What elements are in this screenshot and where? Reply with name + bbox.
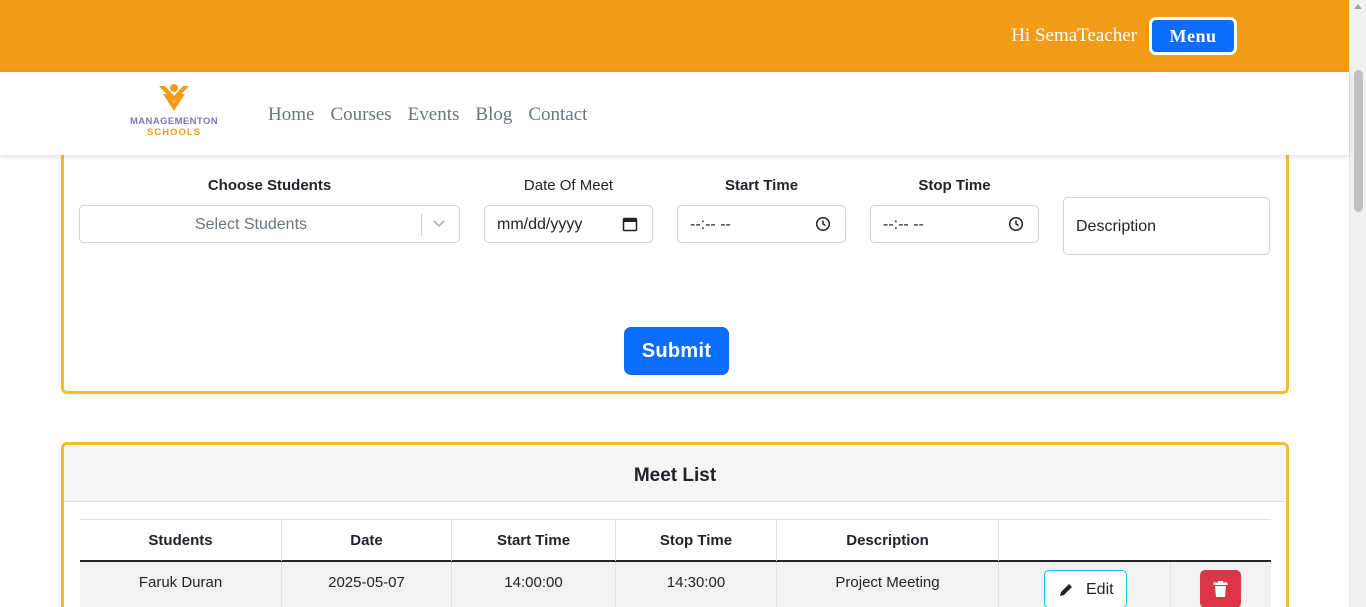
cell-date: 2025-05-07 bbox=[281, 562, 451, 607]
start-time-label: Start Time bbox=[724, 177, 799, 194]
pencil-icon bbox=[1060, 584, 1072, 596]
meet-list-title: Meet List bbox=[633, 465, 717, 486]
cell-start-time: 14:00:00 bbox=[451, 562, 615, 607]
logo-text-line2: SCHOOLS bbox=[147, 127, 201, 138]
column-header-description: Description bbox=[776, 520, 998, 561]
submit-button[interactable]: Submit bbox=[624, 327, 729, 375]
edit-button-label: Edit bbox=[1086, 581, 1114, 598]
trash-icon bbox=[1213, 581, 1228, 597]
cell-stop-time: 14:30:00 bbox=[615, 562, 776, 607]
navbar: MANAGEMENTON SCHOOLS Home Courses Events… bbox=[0, 72, 1349, 155]
scroll-up-icon[interactable] bbox=[1354, 4, 1362, 9]
logo-text-line1: MANAGEMENTON bbox=[129, 116, 218, 127]
stop-time-label: Stop Time bbox=[918, 177, 991, 194]
user-greeting: Hi SemaTeacher bbox=[1011, 25, 1137, 46]
nav-links: Home Courses Events Blog Contact bbox=[268, 104, 587, 126]
nav-events[interactable]: Events bbox=[408, 104, 460, 126]
students-label: Choose Students bbox=[207, 177, 332, 194]
nav-blog[interactable]: Blog bbox=[475, 104, 512, 126]
table-header: Students Date Start Time Stop Time Descr… bbox=[80, 519, 1271, 562]
column-header-date: Date bbox=[281, 520, 451, 561]
start-time-input[interactable]: --:-- -- bbox=[677, 205, 846, 243]
start-time-placeholder: --:-- -- bbox=[690, 216, 731, 233]
edit-button[interactable]: Edit bbox=[1044, 570, 1127, 607]
students-placeholder: Select Students bbox=[194, 216, 308, 233]
select-separator bbox=[421, 214, 422, 236]
date-input[interactable]: mm/dd/yyyy bbox=[484, 205, 653, 243]
description-textarea[interactable]: Description bbox=[1063, 197, 1270, 255]
column-header-students: Students bbox=[148, 532, 213, 549]
description-placeholder: Description bbox=[1076, 218, 1157, 235]
chevron-down-icon[interactable] bbox=[432, 216, 446, 232]
table-row: Faruk Duran 2025-05-07 14:00:00 14:30:00… bbox=[80, 562, 1271, 607]
column-header-actions bbox=[998, 520, 1271, 561]
top-bar: Hi SemaTeacher Menu bbox=[0, 0, 1349, 72]
column-header-stop-time: Stop Time bbox=[615, 520, 776, 561]
scrollbar-thumb[interactable] bbox=[1354, 70, 1363, 212]
meet-list-header: Meet List bbox=[64, 445, 1286, 502]
logo-icon bbox=[159, 84, 189, 111]
meet-list-card: Meet List Students Date Start Time Stop … bbox=[61, 442, 1289, 607]
brand-logo[interactable]: MANAGEMENTON SCHOOLS bbox=[122, 82, 226, 140]
stop-time-input[interactable]: --:-- -- bbox=[870, 205, 1039, 243]
column-header-start-time: Start Time bbox=[451, 520, 615, 561]
nav-home[interactable]: Home bbox=[268, 104, 314, 126]
calendar-icon[interactable] bbox=[622, 216, 638, 232]
menu-button[interactable]: Menu bbox=[1149, 17, 1237, 55]
date-placeholder: mm/dd/yyyy bbox=[497, 216, 583, 233]
date-label: Date Of Meet bbox=[523, 177, 614, 194]
clock-icon[interactable] bbox=[1008, 216, 1024, 232]
cell-students: Faruk Duran bbox=[138, 574, 223, 591]
cell-description: Project Meeting bbox=[776, 562, 998, 607]
stop-time-placeholder: --:-- -- bbox=[883, 216, 924, 233]
delete-button[interactable] bbox=[1200, 570, 1241, 607]
clock-icon[interactable] bbox=[815, 216, 831, 232]
students-select[interactable]: Select Students bbox=[79, 205, 460, 243]
page-scrollbar[interactable] bbox=[1349, 0, 1366, 607]
nav-contact[interactable]: Contact bbox=[528, 104, 587, 126]
nav-courses[interactable]: Courses bbox=[330, 104, 391, 126]
